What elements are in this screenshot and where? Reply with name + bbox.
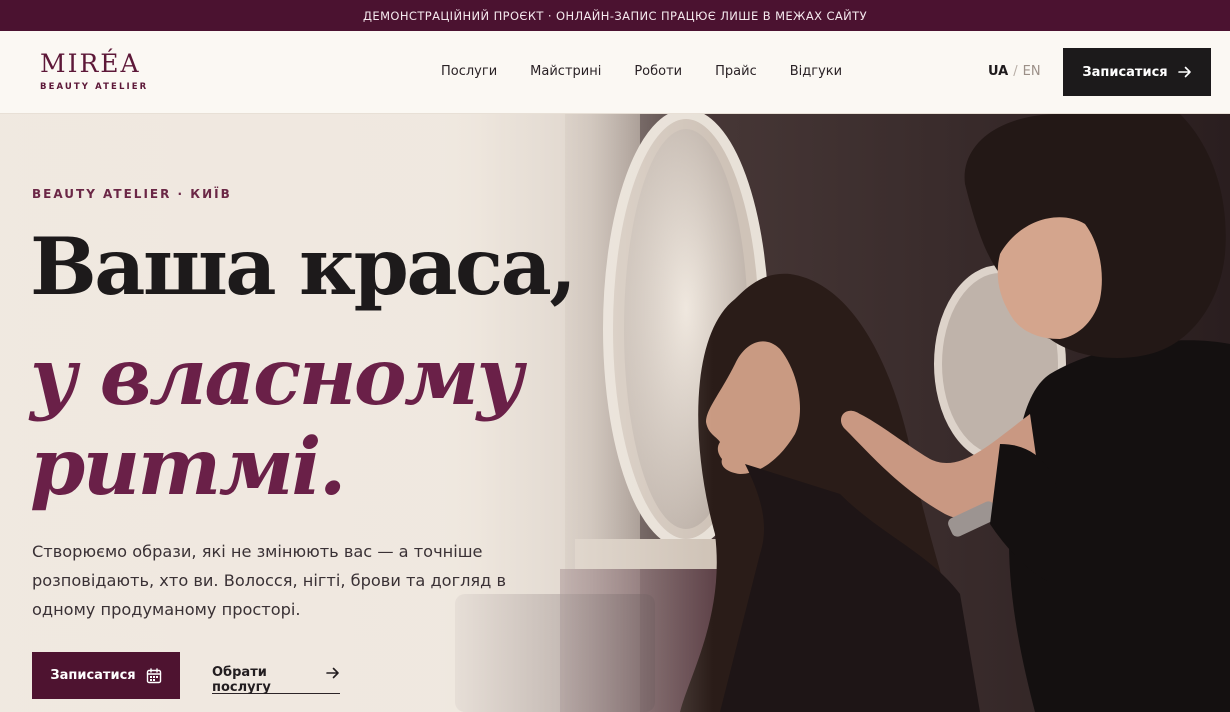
hero-title-line2: у власному bbox=[30, 330, 524, 423]
nav-item-services[interactable]: Послуги bbox=[441, 64, 497, 79]
hero-eyebrow: BEAUTY ATELIER · КИЇВ bbox=[32, 187, 232, 201]
choose-service-link[interactable]: Обрати послугу bbox=[212, 665, 340, 695]
hero-section: BEAUTY ATELIER · КИЇВ Ваша краса, у влас… bbox=[0, 114, 1230, 712]
nav-item-prices[interactable]: Прайс bbox=[715, 64, 757, 79]
choose-service-label: Обрати послугу bbox=[212, 665, 271, 695]
lang-separator: / bbox=[1013, 64, 1018, 79]
lang-ua[interactable]: UA bbox=[988, 64, 1008, 79]
hero-lead: Створюємо образи, які не змінюють вас — … bbox=[32, 542, 507, 619]
lang-en[interactable]: EN bbox=[1023, 64, 1041, 79]
hero-title-line1: Ваша краса, bbox=[30, 220, 577, 313]
announcement-bar: ДЕМОНСТРАЦІЙНИЙ ПРОЄКТ · ОНЛАЙН-ЗАПИС ПР… bbox=[0, 0, 1230, 31]
logo-tagline: BEAUTY ATELIER bbox=[40, 82, 149, 92]
logo-wordmark: MIRÉA bbox=[40, 49, 141, 78]
hero-title-line3: ритмі. bbox=[30, 420, 346, 513]
arrow-right-icon bbox=[1177, 66, 1192, 78]
language-switcher: UA / EN bbox=[988, 64, 1041, 79]
arrow-right-icon bbox=[326, 667, 340, 679]
main-nav: Послуги Майстрині Роботи Прайс Відгуки bbox=[441, 64, 875, 79]
header-book-label: Записатися bbox=[1082, 64, 1168, 80]
hero-book-button[interactable]: Записатися bbox=[32, 652, 180, 699]
logo[interactable]: MIRÉA BEAUTY ATELIER bbox=[40, 50, 148, 92]
hero-book-label: Записатися bbox=[50, 668, 136, 683]
nav-item-works[interactable]: Роботи bbox=[634, 64, 682, 79]
nav-item-masters[interactable]: Майстрині bbox=[530, 64, 601, 79]
site-header: MIRÉA BEAUTY ATELIER Послуги Майстрині Р… bbox=[0, 31, 1230, 114]
calendar-icon bbox=[146, 667, 162, 684]
header-book-button[interactable]: Записатися bbox=[1063, 48, 1211, 96]
announcement-text: ДЕМОНСТРАЦІЙНИЙ ПРОЄКТ · ОНЛАЙН-ЗАПИС ПР… bbox=[363, 8, 867, 23]
nav-item-reviews[interactable]: Відгуки bbox=[790, 64, 842, 79]
